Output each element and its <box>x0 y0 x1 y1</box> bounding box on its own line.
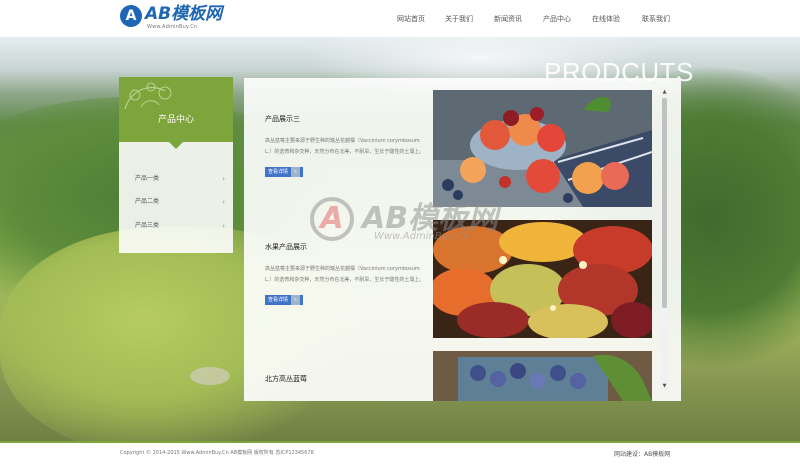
view-details-button[interactable]: 查看详情» <box>265 167 304 177</box>
nav-item-news[interactable]: 新闻资讯 <box>494 13 522 25</box>
chevron-right-icon: › <box>222 222 225 230</box>
product-item: 水果产品展示 高丛蓝莓主要来源于野生种的矮丛花越橘（Vaccinium cory… <box>265 242 425 305</box>
sidebar-item-category-2[interactable]: 产品二类 › <box>135 196 225 208</box>
product-title[interactable]: 产品展示三 <box>265 114 425 124</box>
scroll-down-icon[interactable]: ▼ <box>661 382 668 390</box>
scroll-up-icon[interactable]: ▲ <box>661 88 668 96</box>
product-title[interactable]: 水果产品展示 <box>265 242 425 252</box>
product-item: 产品展示三 高丛蓝莓主要来源于野生种的矮丛花越橘（Vaccinium corym… <box>265 114 425 177</box>
rocks <box>190 367 230 385</box>
footer: Copyright © 2014-2015 Www.AdminBuy.Cn AB… <box>0 441 800 464</box>
product-item: 北方高丛蓝莓 <box>265 374 425 396</box>
sidebar-pointer <box>169 142 183 149</box>
sidebar-item-label: 产品三类 <box>135 222 160 229</box>
sidebar-list: 产品一类 › 产品二类 › 产品三类 › <box>119 142 233 253</box>
chevron-right-icon: › <box>222 175 225 183</box>
sidebar: 产品中心 产品一类 › 产品二类 › 产品三类 › <box>119 77 233 253</box>
sidebar-item-label: 产品一类 <box>135 175 160 182</box>
view-details-button[interactable]: 查看详情» <box>265 295 304 305</box>
product-description: 高丛蓝莓主要来源于野生种的矮丛花越橘（Vaccinium corymbosum … <box>265 266 425 283</box>
double-arrow-icon: » <box>291 167 301 177</box>
product-image-fruit-bowl[interactable] <box>433 90 652 207</box>
double-arrow-icon: » <box>291 295 301 305</box>
footer-credit[interactable]: 网站建设：AB模板网 <box>614 449 670 458</box>
scrollbar[interactable]: ▲ ▼ <box>661 88 668 390</box>
sidebar-header: 产品中心 <box>119 77 233 142</box>
product-image-fruit-market[interactable] <box>433 220 652 338</box>
main-nav: 网站首页 关于我们 新闻资讯 产品中心 在线体验 联系我们 <box>0 13 800 27</box>
product-list-panel[interactable]: 产品展示三 高丛蓝莓主要来源于野生种的矮丛花越橘（Vaccinium corym… <box>244 78 681 401</box>
button-label: 查看详情 <box>268 297 289 303</box>
nav-item-home[interactable]: 网站首页 <box>397 13 425 25</box>
nav-item-products[interactable]: 产品中心 <box>543 13 571 25</box>
chevron-right-icon: › <box>222 198 225 206</box>
header: A AB模板网 Www.AdminBuy.Cn 网站首页 关于我们 新闻资讯 产… <box>0 0 800 37</box>
nav-item-experience[interactable]: 在线体验 <box>592 13 620 25</box>
floral-ornament-icon <box>124 82 172 110</box>
product-description: 高丛蓝莓主要来源于野生种的矮丛花越橘（Vaccinium corymbosum … <box>265 138 425 155</box>
sidebar-item-category-3[interactable]: 产品三类 › <box>135 220 225 232</box>
nav-item-contact[interactable]: 联系我们 <box>642 13 670 25</box>
sidebar-title: 产品中心 <box>157 115 194 125</box>
sidebar-item-category-1[interactable]: 产品一类 › <box>135 173 225 185</box>
copyright-text: Copyright © 2014-2015 Www.AdminBuy.Cn AB… <box>120 450 314 456</box>
nav-item-about[interactable]: 关于我们 <box>445 13 473 25</box>
sidebar-item-label: 产品二类 <box>135 198 160 205</box>
button-label: 查看详情 <box>268 169 289 175</box>
product-image-blueberries[interactable] <box>433 351 652 401</box>
scroll-thumb[interactable] <box>662 98 667 308</box>
product-title[interactable]: 北方高丛蓝莓 <box>265 374 425 384</box>
